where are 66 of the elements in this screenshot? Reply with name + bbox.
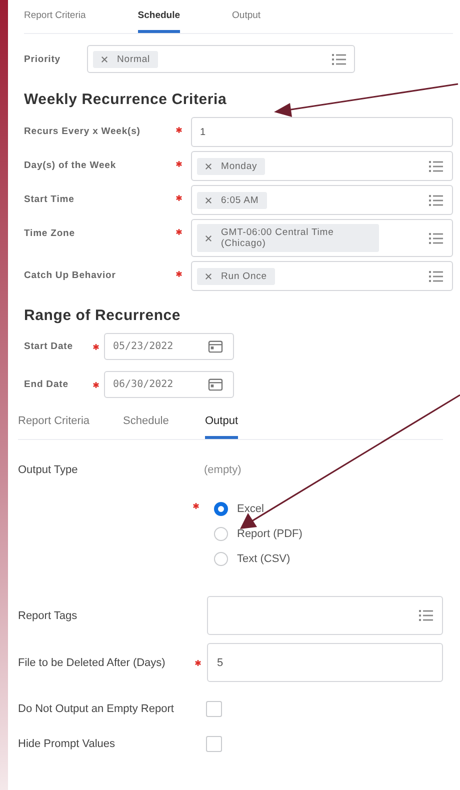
value-chip[interactable]: Monday [197, 158, 266, 174]
field-label: End Date [24, 379, 70, 390]
field-label: Recurs Every x Week(s) [24, 125, 142, 137]
checkbox[interactable] [206, 736, 222, 752]
chip-label: Normal [117, 54, 150, 64]
tab[interactable]: Schedule [123, 405, 205, 439]
checkbox-label: Do Not Output an Empty Report [18, 703, 175, 715]
checkbox[interactable] [206, 701, 222, 717]
chip-label: 6:05 AM [221, 194, 259, 206]
date-value: 06/30/2022 [113, 379, 174, 390]
field-label: Time Zone [24, 227, 76, 239]
section-heading: Weekly Recurrence Criteria [24, 91, 228, 108]
list-icon[interactable] [332, 54, 346, 64]
chip-label: Monday [221, 160, 258, 172]
select-field[interactable]: 6:05 AM [191, 185, 453, 215]
field-label: Start Date [24, 341, 74, 352]
value-chip[interactable]: Run Once [197, 268, 275, 284]
select-field[interactable] [207, 596, 443, 635]
remove-icon[interactable] [101, 56, 108, 62]
tab[interactable]: Output [232, 0, 261, 33]
value-chip[interactable]: Normal [93, 50, 158, 68]
tab[interactable]: Output [205, 405, 238, 439]
list-icon[interactable] [429, 270, 443, 282]
radio-option[interactable]: Text (CSV) [214, 552, 302, 566]
radio-button[interactable] [214, 552, 228, 566]
radio-button[interactable] [214, 527, 228, 541]
field-label: Priority [24, 54, 62, 64]
input-field[interactable]: 1 [191, 117, 453, 147]
list-icon[interactable] [429, 160, 443, 172]
field-label: Day(s) of the Week [24, 159, 118, 171]
date-field[interactable]: 06/30/2022 [104, 371, 234, 398]
remove-icon[interactable] [205, 162, 212, 170]
tab[interactable]: Report Criteria [24, 0, 86, 33]
radio-option[interactable]: Report (PDF) [214, 527, 302, 541]
remove-icon[interactable] [205, 234, 212, 242]
field-label: Output Type [18, 464, 79, 476]
date-value: 05/23/2022 [113, 341, 174, 352]
radio-option[interactable]: Excel [214, 502, 302, 516]
chip-label: Run Once [221, 270, 267, 282]
tab[interactable]: Report Criteria [18, 405, 123, 439]
remove-icon[interactable] [205, 196, 212, 204]
date-field[interactable]: 05/23/2022 [104, 333, 234, 360]
field-value: 5 [217, 656, 224, 668]
radio-button[interactable] [214, 502, 228, 516]
select-field[interactable]: Monday [191, 151, 453, 181]
list-icon[interactable] [429, 194, 443, 206]
field-label: Catch Up Behavior [24, 269, 117, 281]
value-chip[interactable]: GMT-06:00 Central Time (Chicago) [197, 224, 379, 252]
field-value: 1 [199, 126, 206, 138]
calendar-icon[interactable] [208, 340, 223, 353]
chip-label: GMT-06:00 Central Time (Chicago) [221, 227, 335, 249]
field-label: Start Time [24, 193, 76, 205]
select-field[interactable]: Run Once [191, 261, 453, 291]
field-label: Report Tags [18, 610, 78, 622]
select-field[interactable]: Normal [87, 45, 355, 73]
field-label: File to be Deleted After (Days) [18, 656, 166, 668]
select-field[interactable]: GMT-06:00 Central Time (Chicago) [191, 219, 453, 257]
value-chip[interactable]: 6:05 AM [197, 192, 267, 208]
list-icon[interactable] [429, 232, 443, 244]
tab[interactable]: Schedule [138, 0, 180, 33]
checkbox-label: Hide Prompt Values [18, 738, 116, 750]
section-heading: Range of Recurrence [24, 307, 182, 324]
input-field[interactable]: 5 [207, 643, 443, 682]
calendar-icon[interactable] [208, 378, 223, 391]
list-icon[interactable] [419, 610, 433, 621]
remove-icon[interactable] [205, 272, 212, 280]
